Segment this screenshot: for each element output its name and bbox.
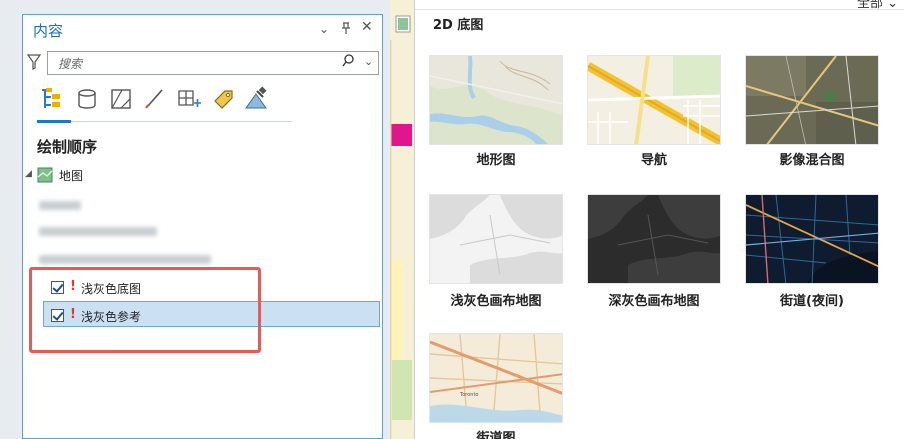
basemap-thumb-light-gray-canvas[interactable] [429, 194, 563, 284]
map-node-label: 地图 [59, 169, 84, 183]
basemap-gallery: 全部 ⌄ 2D 底图 地形图 导航 影像混合图 浅灰色画布地图 深灰色画布地图 … [414, 0, 904, 439]
contents-toolbar [37, 85, 297, 125]
pane-header: 内容 ⌄ ✕ [23, 15, 382, 45]
search-input[interactable]: 搜索 ⌄ [47, 51, 379, 75]
list-by-drawing-order-icon[interactable] [37, 85, 65, 113]
list-by-editing-icon[interactable] [141, 85, 169, 113]
basemap-label: 影像混合图 [779, 153, 845, 168]
map-icon [37, 167, 53, 183]
list-by-perspective-imagery-icon[interactable] [243, 85, 271, 113]
basemap-thumb-navigation[interactable] [587, 55, 721, 145]
toolbar-divider [37, 121, 292, 122]
redacted-layer-1 [39, 201, 81, 210]
list-by-labeling-icon[interactable] [209, 85, 237, 113]
pin-icon[interactable] [341, 22, 351, 37]
layer-checkbox[interactable] [51, 281, 64, 294]
pane-menu-icon[interactable]: ⌄ [319, 22, 329, 36]
warning-icon: ! [70, 307, 76, 322]
layer-row-light-gray-reference[interactable]: ! 浅灰色参考 [51, 307, 271, 325]
list-by-snapping-icon[interactable] [175, 85, 203, 113]
search-options-icon[interactable]: ⌄ [364, 55, 373, 68]
basemap-label: 导航 [640, 153, 667, 168]
gallery-title: 2D 底图 [433, 18, 484, 33]
basemap-label: 地形图 [476, 153, 516, 168]
layer-label: 浅灰色底图 [81, 282, 142, 296]
contents-pane: 内容 ⌄ ✕ 搜索 ⌄ 绘制顺序 ◢ 地图 ! 浅灰色底图 ! 浅灰色参考 [22, 14, 383, 439]
redacted-layer-3 [39, 255, 211, 264]
list-by-selection-icon[interactable] [107, 85, 135, 113]
layer-label: 浅灰色参考 [81, 310, 142, 324]
drawing-order-heading: 绘制顺序 [37, 138, 98, 156]
pane-title: 内容 [33, 22, 64, 40]
svg-text:Toronto: Toronto [459, 392, 478, 398]
basemap-thumb-streets-night[interactable] [745, 194, 879, 284]
search-row: 搜索 ⌄ [27, 51, 379, 75]
search-placeholder: 搜索 [58, 57, 83, 71]
basemap-thumb-topographic[interactable] [429, 55, 563, 145]
basemap-thumb-dark-gray-canvas[interactable] [587, 194, 721, 284]
close-icon[interactable]: ✕ [361, 20, 373, 34]
redacted-layer-2 [39, 227, 157, 236]
basemap-thumb-streets[interactable]: Toronto [429, 333, 563, 423]
active-tool-indicator [37, 120, 71, 123]
gallery-top-bar: 全部 ⌄ [415, 0, 904, 11]
basemap-thumb-imagery-hybrid[interactable] [745, 55, 879, 145]
layer-row-light-gray-base[interactable]: ! 浅灰色底图 [51, 279, 271, 297]
warning-icon: ! [70, 279, 76, 294]
filter-dropdown[interactable]: 全部 ⌄ [857, 0, 898, 11]
basemap-label: 街道图 [476, 431, 516, 439]
layer-checkbox[interactable] [51, 309, 64, 322]
basemap-label: 深灰色画布地图 [608, 294, 700, 309]
app-window: 内容 ⌄ ✕ 搜索 ⌄ 绘制顺序 ◢ 地图 ! 浅灰色底图 ! 浅灰色参考 全部… [0, 0, 904, 439]
map-view[interactable] [388, 0, 414, 439]
basemap-label: 街道(夜间) [780, 294, 844, 309]
search-icon[interactable] [342, 54, 355, 71]
filter-icon[interactable] [27, 54, 41, 70]
collapse-triangle-icon[interactable]: ◢ [25, 169, 32, 179]
list-by-source-icon[interactable] [73, 85, 101, 113]
basemap-label: 浅灰色画布地图 [450, 294, 542, 309]
